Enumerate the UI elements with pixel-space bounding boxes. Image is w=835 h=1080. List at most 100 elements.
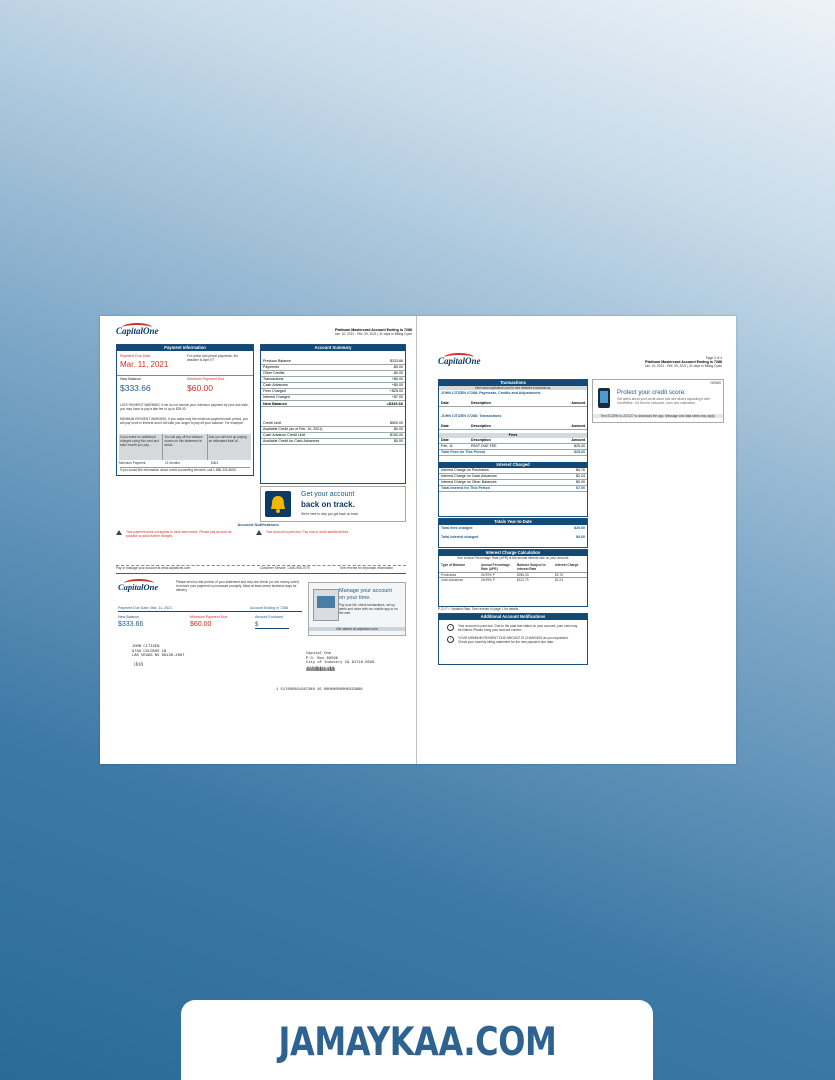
new-balance-value: $333.66 (120, 383, 151, 393)
amount-enclosed-label: Amount Enclosed (255, 615, 284, 619)
credit-promo-sub: Get alerts about your credit score and s… (617, 397, 710, 405)
promo-line-2: back on track. (301, 500, 355, 509)
fees-total: Total Fees for This Period $25.00 (439, 450, 587, 456)
interest-row-label: Interest Charge on Purchases (441, 468, 489, 472)
interest-total-value: $7.00 (576, 486, 585, 490)
ytd-interest: Total interest charged $9.00 (439, 535, 587, 540)
remit-city: City of Industry CA 91716-0599 (306, 661, 375, 666)
summary-row-value: +$25.00 (389, 389, 403, 393)
ytd-interest-value: $9.00 (576, 535, 585, 539)
account-summary-title: Account Summary (261, 345, 405, 351)
customer-address: JOHN CITIZEN 9789 COLOSSO LN LAS VEGAS N… (132, 645, 184, 659)
interest-total-label: Total Interest for This Period (441, 486, 490, 490)
billing-cycle: Jan. 10, 2021 - Feb. 09, 2021 | 31 days … (334, 332, 412, 336)
coupon-new-balance-value: $333.66 (118, 621, 144, 628)
summary-row-label: Payments (263, 365, 279, 369)
ytd-fees-label: Total fees charged (441, 526, 473, 530)
laptop-icon (313, 589, 339, 621)
interest-row-value: $4.76 (576, 468, 585, 472)
remit-address: Capital One P.O. Box 60599 City of Indus… (306, 652, 374, 666)
calc-cell: 26.99% P (481, 573, 495, 577)
bell-icon (265, 491, 291, 517)
notification-left-text: Your payment does not appear to have bee… (126, 530, 232, 538)
notification-right: Your account is past due. Pay now to avo… (256, 530, 406, 535)
notification-left: Your payment does not appear to have bee… (116, 530, 246, 538)
minimum-payment-warning: MINIMUM PAYMENT WARNING: If you make onl… (120, 417, 248, 425)
ytd-fees-value: $25.00 (574, 526, 585, 530)
transactions-section-title: JOHN CITIZEN #7288: Transactions (441, 414, 502, 418)
credit-score-promo[interactable]: GEN00 Protect your credit score. Get ale… (592, 379, 724, 423)
coupon-account: Account Ending in 7288 (250, 606, 288, 610)
coupon-due-date: Payment Due Date: Mar. 11, 2021 (118, 606, 173, 610)
payment-information-box: Payment Information Payment Due Date Mar… (116, 344, 254, 476)
minimum-payment-label: Minimum Payment Due (187, 377, 225, 381)
payments-col-headers: Date Description Amount (439, 401, 587, 407)
back-on-track-promo[interactable]: Get your account back on track. We're he… (260, 486, 406, 522)
credit-row-label: Cash Advance Credit Limit (263, 433, 306, 437)
col-amount: Amount (571, 438, 585, 442)
ytd-interest-label: Total interest charged (441, 535, 479, 539)
credit-row-label: Available Credit for Cash Advances (263, 439, 320, 443)
page-divider (416, 316, 417, 764)
interest-row-value: $2.24 (576, 474, 585, 478)
col-date: Date (441, 401, 449, 405)
summary-row-label: Transactions (263, 377, 284, 381)
payoff-table-row: Minimum Payment 21 Months $363 (119, 461, 251, 465)
add-notif-text-1: Your account is past due. Due to the pas… (458, 624, 578, 632)
fee-amount: $25.00 (574, 444, 585, 448)
ytd-title: Totals Year-to-Date (439, 519, 587, 525)
coupon-minimum-label: Minimum Payment Due (190, 615, 228, 619)
col-description: Description (471, 401, 491, 405)
payment-info-title: Payment Information (117, 345, 253, 351)
calc-cell: Cash Advances (441, 578, 464, 582)
due-date-label: Payment Due Date (120, 354, 151, 358)
address-city: LAS VEGAS NV 89130-2067 (132, 654, 185, 659)
manage-account-promo[interactable]: Manage your account on your time. Pay yo… (308, 582, 406, 636)
new-balance-label: New Balance (120, 377, 142, 381)
credit-rows: Credit Limit $500.00 Available Credit (as … (261, 421, 405, 445)
payoff-row-type: Minimum Payment (119, 461, 146, 465)
notification-right-text: Your account is past due. Pay now to avo… (266, 530, 350, 534)
summary-row-label: Interest Charged (263, 395, 290, 399)
amount-enclosed-field[interactable]: $ (255, 622, 289, 629)
phone-icon (598, 388, 610, 408)
credit-row-label: Available Credit (as of Feb. 10, 2021) (263, 427, 323, 431)
payoff-table-header: If you make no additional charges using … (119, 434, 251, 460)
see-reverse-line: See reverse for Important Information (340, 566, 393, 570)
promo-line-1: Get your account (301, 491, 355, 498)
warning-icon (256, 530, 262, 535)
calc-sub: Your Annual Percentage Rate (APR) is the… (456, 556, 570, 560)
credit-counseling-note: If you would like information about cred… (120, 467, 250, 472)
minimum-payment-value: $60.00 (187, 383, 213, 393)
transactions-box: Transactions Visit www.capitalone.com to… (438, 379, 588, 517)
payoff-row-months: 21 Months (165, 461, 180, 465)
info-circle-icon: ! (447, 624, 454, 631)
manage-promo-sub: Pay your bill, check transactions, set u… (339, 603, 398, 615)
account-summary-box: Account Summary Previous Balance $333.66 P… (260, 344, 406, 484)
promo-sub: We're here to help you get back on track (301, 512, 359, 516)
summary-row-value: +$7.00 (391, 395, 403, 399)
calc-cell: $102.79 (517, 578, 529, 582)
ocr-scan-line: 1 517805851587288 15 00060000000333666 (276, 688, 363, 692)
summary-rows: Previous Balance $333.66 Payments -$0.00 Oth… (261, 359, 405, 401)
pay-online-line[interactable]: Pay or manage your account at www.capita… (116, 566, 190, 570)
due-date-value: Mar. 11, 2021 (120, 360, 169, 369)
credit-row: Available Credit for Cash Advances $0.00 (261, 439, 405, 445)
interest-rows: Interest Charge on Purchases $4.76 Interes… (439, 468, 587, 486)
calc-col-balance: Balance Subject to Interest Rate (517, 563, 546, 571)
coupon-note: Please send us this portion of your stat… (176, 580, 299, 592)
calc-cell: 26.99% P (481, 578, 495, 582)
credit-promo-cta[interactable]: Text SCORE to 227227 to download the app… (593, 414, 723, 418)
manage-promo-url[interactable]: Get started at capitalone.com (309, 627, 405, 631)
calc-cell: $4.76 (555, 573, 563, 577)
calc-cell: Purchases (441, 573, 457, 577)
summary-row-value: -$0.00 (392, 371, 403, 375)
payoff-col-3: And you will end up paying an estimated … (208, 435, 247, 443)
credit-row-value: $0.00 (394, 427, 403, 431)
watermark-text: JAMAYKAA.COM (278, 1020, 556, 1065)
interest-row-value: $0.00 (576, 480, 585, 484)
watermark-banner: JAMAYKAA.COM (181, 1000, 653, 1080)
summary-row-label: Previous Balance (263, 359, 291, 363)
payoff-row-total: $363 (211, 461, 219, 465)
summary-row-value: $333.66 (390, 359, 403, 363)
